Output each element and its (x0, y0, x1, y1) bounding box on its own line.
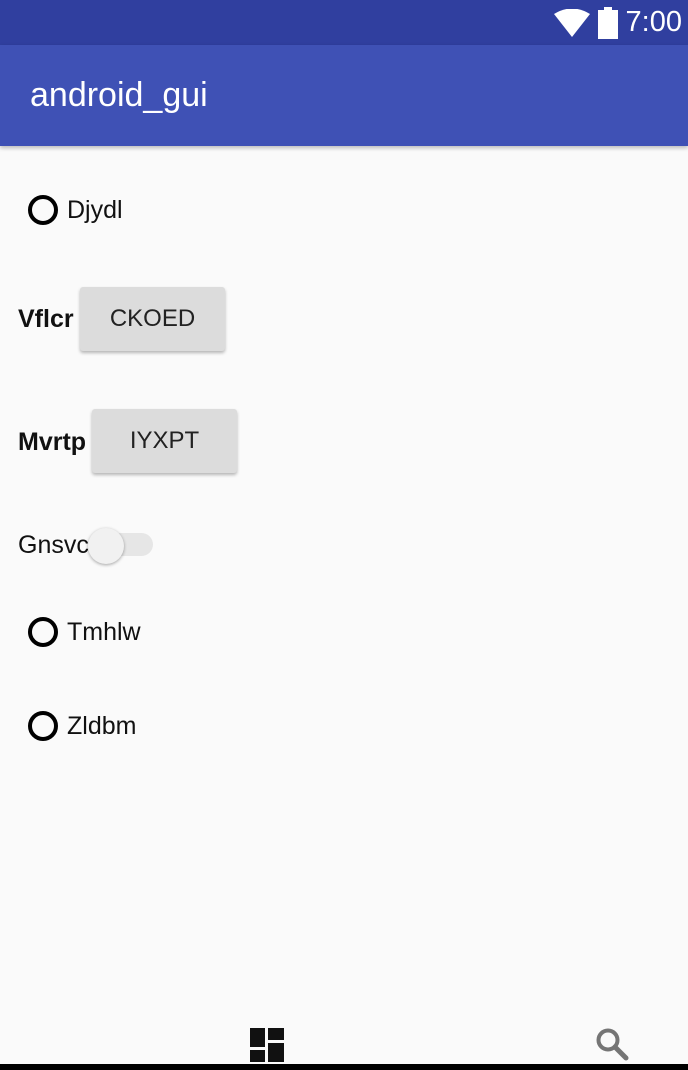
radio-unchecked-icon (28, 711, 58, 741)
radio-label: Zldbm (67, 711, 137, 740)
app-title: android_gui (30, 76, 208, 114)
iyxpt-button[interactable]: IYXPT (92, 409, 237, 473)
radio-unchecked-icon (28, 195, 58, 225)
search-icon[interactable] (595, 1027, 629, 1061)
status-bar: 7:00 (0, 0, 688, 45)
app-bar: android_gui (0, 45, 688, 146)
radio-label: Djydl (67, 195, 123, 224)
label-mvrtp: Mvrtp (18, 428, 87, 456)
radio-djydl[interactable]: Djydl (28, 195, 123, 225)
label-gnsvc: Gnsvc (18, 531, 89, 559)
bottom-edge-bar (0, 1064, 688, 1070)
dashboard-icon[interactable] (250, 1028, 284, 1062)
gnsvc-switch-thumb[interactable] (88, 528, 124, 564)
status-icons: 7:00 (553, 0, 682, 45)
ckoed-button[interactable]: CKOED (80, 287, 225, 351)
label-vflcr: Vflcr (18, 305, 74, 333)
battery-icon (597, 6, 618, 39)
radio-unchecked-icon (28, 617, 58, 647)
status-time: 7:00 (625, 6, 682, 38)
radio-tmhlw[interactable]: Tmhlw (28, 617, 141, 647)
wifi-icon (553, 8, 590, 37)
radio-label: Tmhlw (67, 617, 141, 646)
radio-zldbm[interactable]: Zldbm (28, 711, 136, 741)
